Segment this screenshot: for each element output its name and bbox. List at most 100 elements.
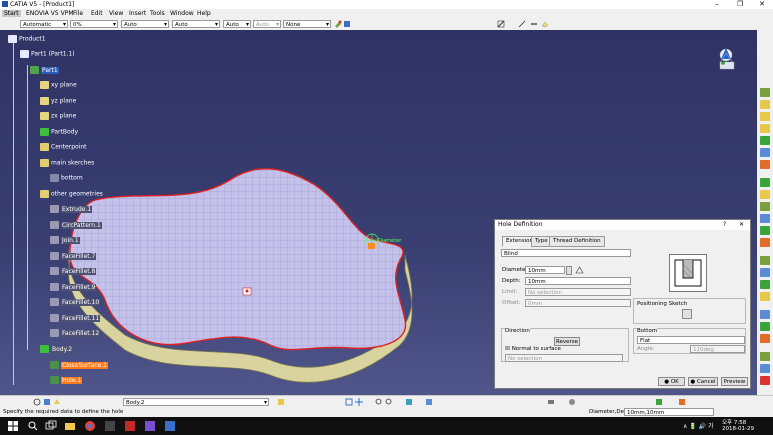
dialog-help-button[interactable]: ? bbox=[723, 220, 726, 230]
tree-node-yz-plane[interactable]: yz plane bbox=[40, 97, 76, 105]
rib-icon[interactable] bbox=[760, 148, 770, 157]
menu-enovia[interactable]: ENOVIA V5 VPM bbox=[26, 10, 74, 17]
close-button[interactable]: ✕ bbox=[751, 0, 773, 9]
menu-window[interactable]: Window bbox=[170, 10, 194, 17]
menu-tools[interactable]: Tools bbox=[150, 10, 165, 17]
draft-icon[interactable] bbox=[760, 202, 770, 211]
tree-node-facefillet-11[interactable]: FaceFillet.11 bbox=[50, 314, 101, 322]
shaft-icon[interactable] bbox=[760, 112, 770, 121]
chamfer-icon[interactable] bbox=[760, 190, 770, 199]
mirror-icon[interactable] bbox=[760, 310, 770, 319]
split-icon[interactable] bbox=[760, 256, 770, 265]
linetype-dropdown[interactable]: Auto bbox=[172, 20, 220, 29]
menu-edit[interactable]: Edit bbox=[91, 10, 103, 17]
menu-insert[interactable]: Insert bbox=[129, 10, 146, 17]
sketcher-icon[interactable] bbox=[43, 398, 51, 406]
file-explorer-icon[interactable] bbox=[64, 420, 76, 432]
thickness-dropdown[interactable]: Auto bbox=[121, 20, 169, 29]
body-dropdown[interactable]: Body.2 bbox=[123, 398, 269, 407]
menu-start[interactable]: Start bbox=[2, 10, 21, 17]
assemble-icon[interactable] bbox=[760, 352, 770, 361]
reverse-button[interactable]: Reverse bbox=[554, 337, 580, 346]
thread-icon[interactable] bbox=[760, 238, 770, 247]
windows-start-icon[interactable] bbox=[7, 420, 19, 432]
pad-icon[interactable] bbox=[760, 88, 770, 97]
catia-taskbar-icon[interactable] bbox=[164, 420, 176, 432]
extension-type-select[interactable]: Blind bbox=[501, 249, 631, 257]
plane-tool-icon[interactable] bbox=[53, 398, 61, 406]
zoom-in-icon[interactable] bbox=[375, 398, 383, 406]
painter-icon[interactable] bbox=[334, 20, 342, 28]
tree-node-facefillet-7[interactable]: FaceFillet.7 bbox=[50, 252, 97, 260]
cancel-button[interactable]: ● Cancel bbox=[688, 377, 718, 386]
tree-node-part1[interactable]: Part1 bbox=[30, 66, 59, 74]
rotate-icon[interactable] bbox=[33, 398, 41, 406]
rendering-style-dropdown[interactable]: Auto bbox=[253, 20, 281, 29]
menu-help[interactable]: Help bbox=[197, 10, 211, 17]
color-dropdown[interactable]: Automatic bbox=[20, 20, 68, 29]
tree-node-bottom[interactable]: bottom bbox=[50, 174, 83, 182]
direction-selection-field[interactable]: No selection bbox=[505, 354, 623, 362]
constraint-icon[interactable] bbox=[655, 398, 663, 406]
tree-node-closesurface-1[interactable]: CloseSurface.1 bbox=[50, 361, 108, 369]
sketch-analysis-icon[interactable] bbox=[497, 20, 505, 28]
ok-button[interactable]: ● OK bbox=[658, 377, 685, 386]
menu-view[interactable]: View bbox=[109, 10, 123, 17]
pattern-icon[interactable] bbox=[760, 322, 770, 331]
tree-node-part1-instance[interactable]: Part1 (Part1.1) bbox=[20, 50, 75, 58]
sketcher-button[interactable] bbox=[682, 309, 692, 319]
groove-icon[interactable] bbox=[760, 124, 770, 133]
properties-icon[interactable] bbox=[343, 20, 351, 28]
preview-button[interactable]: Preview bbox=[721, 377, 748, 386]
maximize-button[interactable]: ❐ bbox=[729, 0, 751, 9]
scale-icon[interactable] bbox=[760, 334, 770, 343]
pan-icon[interactable] bbox=[355, 398, 363, 406]
zoom-out-icon[interactable] bbox=[385, 398, 393, 406]
tree-node-circpattern-1[interactable]: CircPattern.1 bbox=[50, 221, 102, 229]
offset-input[interactable]: 0mm bbox=[525, 299, 631, 307]
search-icon[interactable] bbox=[27, 420, 39, 432]
tree-node-facefillet-10[interactable]: FaceFillet.10 bbox=[50, 298, 101, 306]
fit-all-icon[interactable] bbox=[345, 398, 353, 406]
depth-input[interactable]: 10mm bbox=[525, 277, 631, 285]
hole-icon[interactable] bbox=[760, 136, 770, 145]
thickness-icon[interactable] bbox=[760, 226, 770, 235]
tree-node-zx-plane[interactable]: zx plane bbox=[40, 112, 76, 120]
tree-node-facefillet-12[interactable]: FaceFillet.12 bbox=[50, 329, 101, 337]
diameter-spinner[interactable] bbox=[566, 266, 572, 275]
clock-time[interactable]: 오후 7:58 bbox=[722, 418, 746, 426]
thick-surface-icon[interactable] bbox=[760, 268, 770, 277]
limit-input[interactable]: No selection bbox=[525, 288, 631, 296]
analysis-icon[interactable] bbox=[678, 398, 686, 406]
tree-node-partbody[interactable]: PartBody bbox=[40, 128, 78, 136]
system-tray[interactable]: ∧ 🔋 🔊 가 bbox=[683, 421, 714, 430]
tree-node-centerpoint[interactable]: Centerpoint bbox=[40, 143, 87, 151]
minimize-button[interactable]: – bbox=[706, 0, 728, 9]
bottom-type-select[interactable]: Flat bbox=[637, 336, 745, 344]
remove-icon[interactable] bbox=[760, 376, 770, 385]
edge-fillet-icon[interactable] bbox=[760, 178, 770, 187]
tree-node-other-geometries[interactable]: other geometries bbox=[40, 190, 103, 198]
angle-input[interactable]: 120deg bbox=[690, 345, 745, 353]
point-symbol-dropdown[interactable]: Auto bbox=[223, 20, 251, 29]
pocket-icon[interactable] bbox=[760, 100, 770, 109]
layer-dropdown[interactable]: None bbox=[283, 20, 331, 29]
tree-node-facefillet-9[interactable]: FaceFillet.9 bbox=[50, 283, 97, 291]
app-icon[interactable] bbox=[104, 420, 116, 432]
power-input-field[interactable]: 10mm,10mm bbox=[624, 408, 714, 416]
measure-icon[interactable] bbox=[575, 266, 584, 274]
normal-view-icon[interactable] bbox=[405, 398, 413, 406]
tree-node-body-2[interactable]: Body.2 bbox=[40, 345, 74, 353]
chrome-icon[interactable] bbox=[84, 420, 96, 432]
tree-node-product1[interactable]: Product1 bbox=[8, 35, 46, 43]
tree-node-extrude-1[interactable]: Extrude.1 bbox=[50, 205, 93, 213]
line-icon[interactable] bbox=[518, 20, 526, 28]
eraser-icon[interactable] bbox=[541, 20, 549, 28]
transparency-dropdown[interactable]: 0% bbox=[70, 20, 118, 29]
tab-thread-definition[interactable]: Thread Definition bbox=[549, 236, 605, 247]
measure-between-icon[interactable] bbox=[547, 398, 555, 406]
tree-node-xy-plane[interactable]: xy plane bbox=[40, 81, 77, 89]
apply-material-icon[interactable] bbox=[568, 398, 576, 406]
update-icon[interactable] bbox=[277, 398, 285, 406]
shell-icon[interactable] bbox=[760, 214, 770, 223]
